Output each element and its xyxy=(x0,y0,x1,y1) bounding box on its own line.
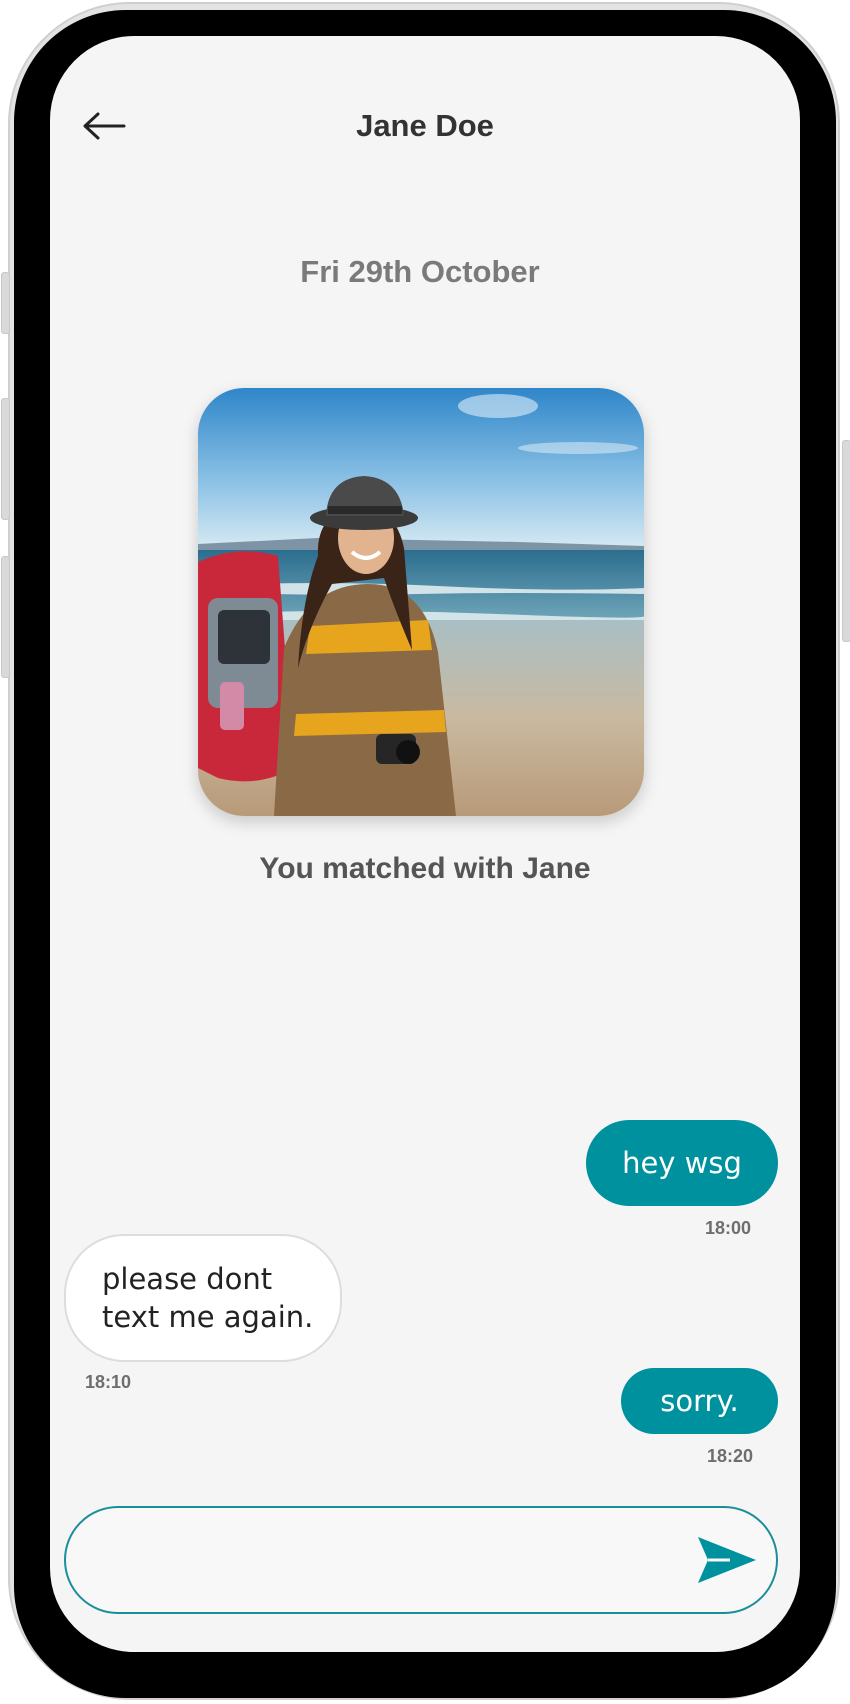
match-photo xyxy=(198,388,644,816)
phone-power-button xyxy=(842,440,850,642)
phone-mute-switch xyxy=(1,272,10,334)
send-icon xyxy=(698,1537,756,1583)
send-button[interactable] xyxy=(692,1530,762,1590)
message-timestamp: 18:20 xyxy=(707,1446,754,1466)
message-bubble-outgoing[interactable]: hey wsg xyxy=(586,1120,778,1206)
message-bubble-incoming[interactable]: please dont text me again. xyxy=(64,1234,342,1362)
phone-volume-up-button xyxy=(1,398,10,520)
phone-mockup: Jane Doe Fri 29th October You matched wi… xyxy=(0,0,850,1704)
message-input[interactable] xyxy=(102,1526,666,1596)
chat-screen: Jane Doe Fri 29th October You matched wi… xyxy=(50,36,800,1652)
match-notice: You matched with Jane xyxy=(259,852,591,885)
message-composer xyxy=(64,1506,778,1614)
message-timestamp: 18:10 xyxy=(85,1372,132,1392)
message-bubble-outgoing[interactable]: sorry. xyxy=(621,1368,778,1434)
phone-volume-down-button xyxy=(1,556,10,678)
page-title: Jane Doe xyxy=(356,108,494,143)
chat-header: Jane Doe xyxy=(50,96,800,156)
message-timestamp: 18:00 xyxy=(705,1218,752,1238)
profile-photo-image xyxy=(198,388,644,816)
date-separator: Fri 29th October xyxy=(300,254,540,289)
